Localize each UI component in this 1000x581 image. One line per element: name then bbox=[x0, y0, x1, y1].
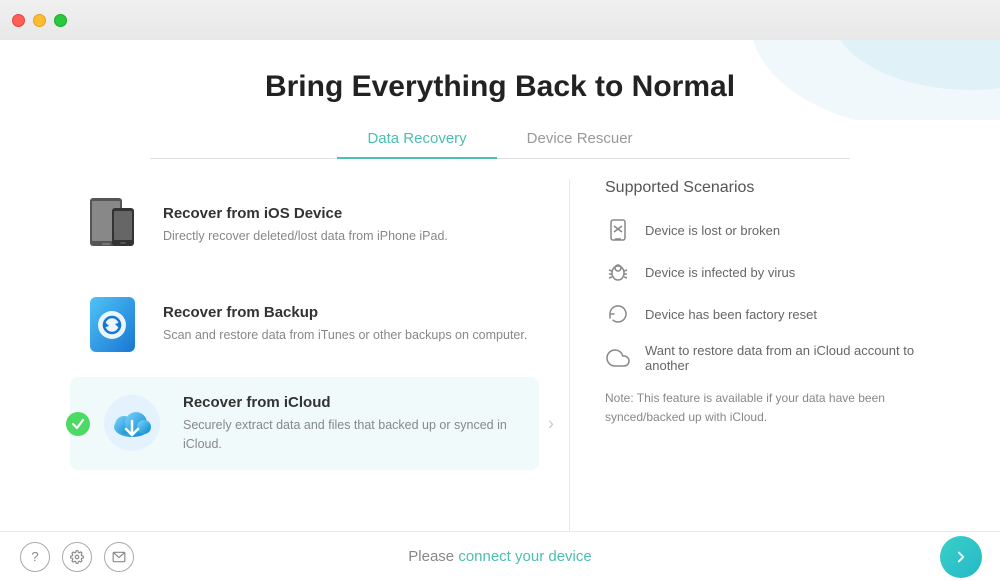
next-arrow-icon bbox=[952, 548, 970, 566]
scenario-virus: Device is infected by virus bbox=[605, 259, 930, 285]
scenario-lost-broken: Device is lost or broken bbox=[605, 217, 930, 243]
recover-backup-item[interactable]: Recover from Backup Scan and restore dat… bbox=[70, 278, 539, 371]
scenario-factory-reset: Device has been factory reset bbox=[605, 301, 930, 327]
scenario-lost-text: Device is lost or broken bbox=[645, 223, 780, 238]
scenarios-title: Supported Scenarios bbox=[605, 179, 930, 197]
columns-container: Recover from iOS Device Directly recover… bbox=[70, 179, 930, 531]
next-button[interactable] bbox=[940, 536, 982, 578]
tab-device-rescuer[interactable]: Device Rescuer bbox=[497, 122, 663, 159]
settings-button[interactable] bbox=[62, 542, 92, 572]
gear-icon bbox=[70, 550, 84, 564]
mail-icon bbox=[112, 550, 126, 564]
maximize-button[interactable]: + bbox=[54, 14, 67, 27]
status-text: Please connect your device bbox=[408, 548, 591, 565]
ios-device-icon bbox=[80, 193, 145, 258]
backup-item-text: Recover from Backup Scan and restore dat… bbox=[163, 304, 529, 345]
status-highlight: connect your device bbox=[458, 548, 591, 565]
recover-icloud-item[interactable]: Recover from iCloud Securely extract dat… bbox=[70, 377, 539, 470]
tab-data-recovery[interactable]: Data Recovery bbox=[337, 122, 496, 159]
backup-item-title: Recover from Backup bbox=[163, 304, 529, 321]
minimize-button[interactable]: – bbox=[33, 14, 46, 27]
tabs-container: Data Recovery Device Rescuer bbox=[150, 122, 850, 159]
help-button[interactable]: ? bbox=[20, 542, 50, 572]
bottom-bar: ? Please connect your device bbox=[0, 531, 1000, 581]
scenario-reset-text: Device has been factory reset bbox=[645, 307, 817, 322]
bug-icon bbox=[605, 259, 631, 285]
scenario-icloud-restore: Want to restore data from an iCloud acco… bbox=[605, 343, 930, 373]
main-content: Bring Everything Back to Normal Data Rec… bbox=[0, 40, 1000, 531]
icloud-icon bbox=[100, 391, 165, 456]
help-icon: ? bbox=[31, 549, 38, 564]
reset-icon bbox=[605, 301, 631, 327]
recover-ios-item[interactable]: Recover from iOS Device Directly recover… bbox=[70, 179, 539, 272]
mail-button[interactable] bbox=[104, 542, 134, 572]
close-button[interactable]: ✕ bbox=[12, 14, 25, 27]
backup-icon bbox=[80, 292, 145, 357]
icloud-item-title: Recover from iCloud bbox=[183, 394, 529, 411]
icloud-item-text: Recover from iCloud Securely extract dat… bbox=[183, 394, 529, 454]
chevron-right-icon: › bbox=[548, 413, 554, 434]
scenarios-panel: Supported Scenarios Device is lost or br… bbox=[570, 179, 930, 531]
ios-item-desc: Directly recover deleted/lost data from … bbox=[163, 227, 529, 246]
ios-item-text: Recover from iOS Device Directly recover… bbox=[163, 205, 529, 246]
icloud-item-desc: Securely extract data and files that bac… bbox=[183, 416, 529, 454]
ios-item-title: Recover from iOS Device bbox=[163, 205, 529, 222]
bottom-left-icons: ? bbox=[20, 542, 134, 572]
phone-broken-icon bbox=[605, 217, 631, 243]
scenarios-note: Note: This feature is available if your … bbox=[605, 389, 930, 427]
selected-check-badge bbox=[66, 412, 90, 436]
backup-item-desc: Scan and restore data from iTunes or oth… bbox=[163, 326, 529, 345]
cloud-icon bbox=[605, 345, 631, 371]
recovery-options-list: Recover from iOS Device Directly recover… bbox=[70, 179, 570, 531]
scenario-icloud-text: Want to restore data from an iCloud acco… bbox=[645, 343, 930, 373]
hero-heading: Bring Everything Back to Normal bbox=[265, 70, 735, 104]
scenario-virus-text: Device is infected by virus bbox=[645, 265, 795, 280]
title-bar: ✕ – + bbox=[0, 0, 1000, 40]
